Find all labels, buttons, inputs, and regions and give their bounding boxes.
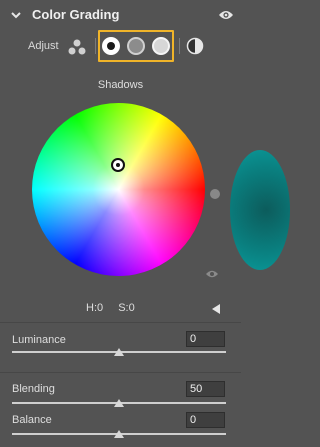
- divider: [0, 372, 241, 373]
- blending-slider-thumb[interactable]: [114, 399, 124, 407]
- separator: [95, 38, 96, 54]
- panel-title: Color Grading: [32, 7, 120, 22]
- balance-input[interactable]: 0: [186, 412, 225, 428]
- luminance-slider-thumb[interactable]: [114, 348, 124, 356]
- half-circle-icon[interactable]: [186, 37, 204, 55]
- three-circles-icon[interactable]: [68, 39, 86, 55]
- wheel-label: Shadows: [97, 79, 144, 91]
- balance-label: Balance: [12, 414, 52, 426]
- color-wheel[interactable]: [32, 103, 205, 276]
- eye-icon[interactable]: [218, 9, 234, 21]
- luminance-label: Luminance: [12, 334, 66, 346]
- hue-saturation-readout: H:0 S:0: [86, 302, 147, 314]
- divider: [0, 322, 241, 323]
- color-grading-panel: Color Grading Adjust Shadows H:0 S:0 Lum…: [0, 0, 290, 447]
- highlights-button[interactable]: [152, 37, 170, 55]
- blending-input[interactable]: 50: [186, 381, 225, 397]
- luminance-input[interactable]: 0: [186, 331, 225, 347]
- adjust-label: Adjust: [28, 40, 59, 52]
- eye-icon[interactable]: [205, 269, 219, 279]
- wheel-handle[interactable]: [111, 158, 125, 172]
- shadows-button[interactable]: [102, 37, 120, 55]
- triangle-left-icon[interactable]: [212, 304, 220, 314]
- saturation-value: S:0: [118, 302, 135, 314]
- panel-header[interactable]: Color Grading: [0, 0, 241, 32]
- midtones-button[interactable]: [127, 37, 145, 55]
- adjacent-wheel-edge: [230, 150, 290, 270]
- balance-slider-thumb[interactable]: [114, 430, 124, 438]
- hue-value: H:0: [86, 302, 104, 314]
- saturation-knob[interactable]: [210, 189, 220, 199]
- chevron-down-icon[interactable]: [9, 8, 23, 22]
- blending-label: Blending: [12, 383, 55, 395]
- separator: [179, 38, 180, 54]
